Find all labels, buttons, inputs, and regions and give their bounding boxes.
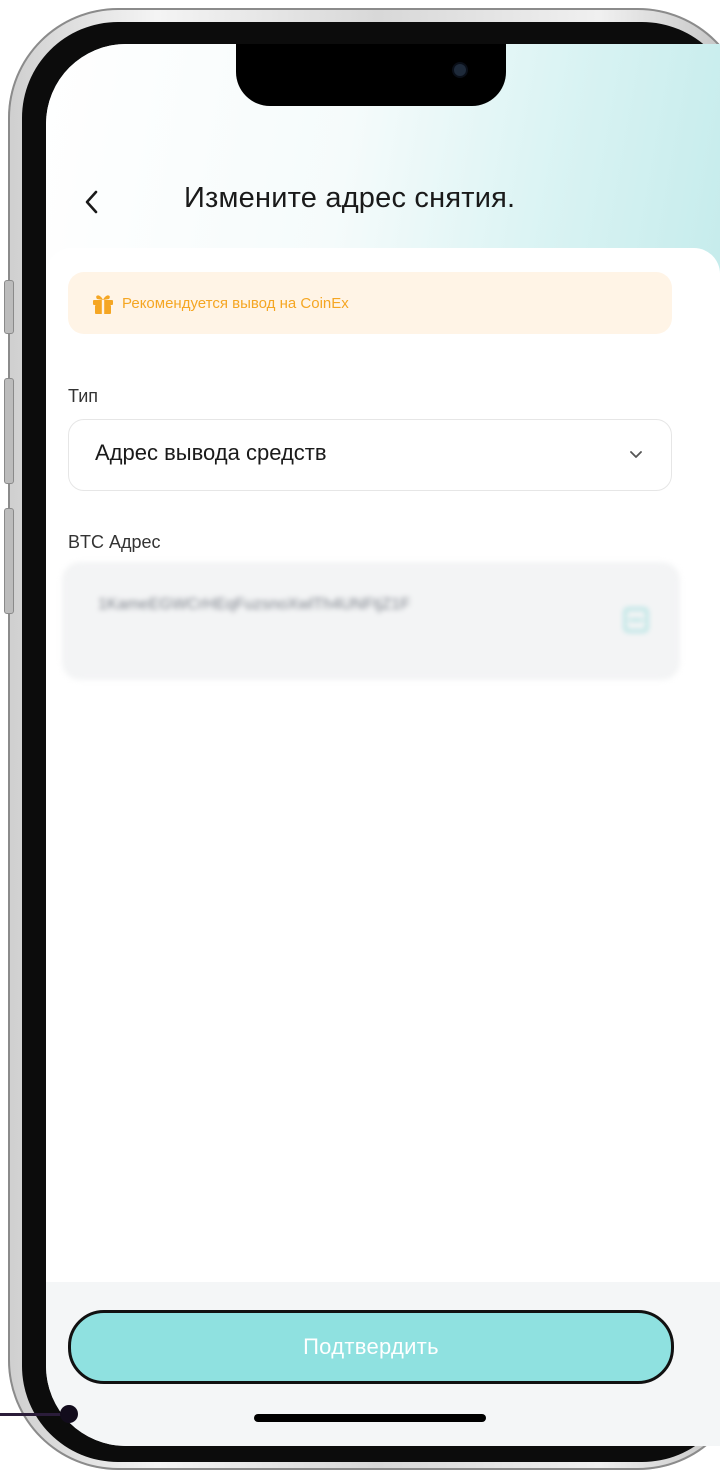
promo-text: Рекомендуется вывод на CoinEx	[122, 294, 349, 312]
btc-address-input[interactable]: 1KameEGWCrHEqFuzsnoXwlTh4UNFtjZ1F	[62, 562, 680, 680]
gift-icon	[90, 290, 116, 316]
confirm-button-label: Подтвердить	[303, 1334, 439, 1359]
home-indicator	[254, 1414, 486, 1422]
camera-icon	[454, 64, 466, 76]
promo-banner[interactable]: Рекомендуется вывод на CoinEx	[68, 272, 672, 334]
volume-down-button	[4, 508, 14, 614]
type-select-value: Адрес вывода средств	[95, 440, 327, 465]
screenshot-stage: Измените адрес снятия. Рекомендуется выв…	[0, 0, 720, 1479]
volume-up-button	[4, 378, 14, 484]
chevron-down-icon	[630, 451, 642, 458]
chevron-left-icon	[85, 190, 98, 214]
callout-line	[0, 1413, 68, 1416]
notch	[236, 44, 506, 106]
form-card: Рекомендуется вывод на CoinEx Тип Адрес …	[46, 248, 720, 1328]
callout-dot	[60, 1405, 78, 1423]
type-select[interactable]: Адрес вывода средств	[68, 419, 672, 491]
page-title: Измените адрес снятия.	[184, 182, 516, 214]
btc-address-label: BTC Адрес	[68, 532, 161, 552]
confirm-button[interactable]: Подтвердить	[68, 1310, 674, 1384]
mute-switch	[4, 280, 14, 334]
back-button[interactable]	[70, 180, 114, 224]
app-screen: Измените адрес снятия. Рекомендуется выв…	[46, 44, 720, 1446]
type-label: Тип	[68, 386, 99, 406]
btc-address-value: 1KameEGWCrHEqFuzsnoXwlTh4UNFtjZ1F	[98, 596, 411, 613]
nav-bar: Измените адрес снятия.	[46, 172, 720, 236]
scan-icon[interactable]	[622, 606, 650, 634]
